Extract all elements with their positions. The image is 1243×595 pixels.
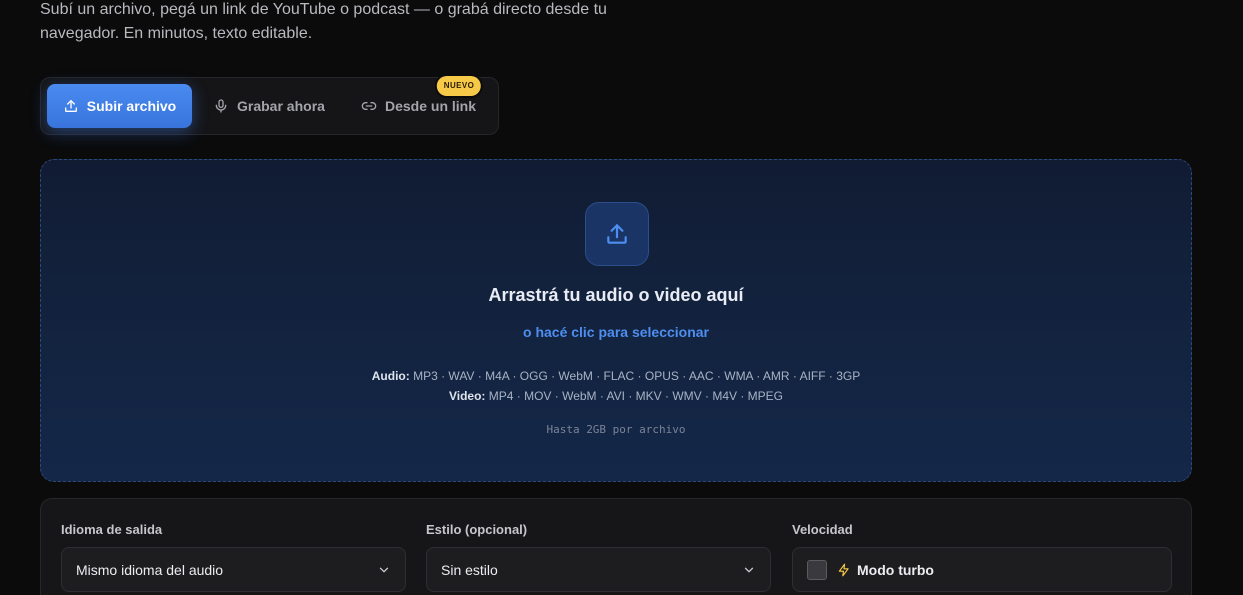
supported-formats: Audio: MP3 · WAV · M4A · OGG · WebM · FL… — [41, 366, 1191, 406]
mode-tabs: Subir archivo Grabar ahora Desde un link — [40, 77, 499, 135]
tab-upload-file-label: Subir archivo — [86, 98, 177, 114]
style-value: Sin estilo — [441, 561, 498, 578]
output-language-select[interactable]: Mismo idioma del audio — [61, 547, 406, 592]
audio-formats-list: MP3 · WAV · M4A · OGG · WebM · FLAC · OP… — [413, 369, 861, 383]
chevron-down-icon — [744, 567, 754, 572]
output-language-label: Idioma de salida — [61, 522, 163, 537]
turbo-mode-option[interactable]: Modo turbo — [792, 547, 1172, 592]
speed-label: Velocidad — [792, 522, 853, 537]
tab-record-now[interactable]: Grabar ahora — [199, 84, 339, 128]
link-icon — [361, 102, 377, 110]
tab-from-link-label: Desde un link — [385, 98, 477, 114]
turbo-mode-label: Modo turbo — [857, 561, 934, 578]
intro-text: Subí un archivo, pegá un link de YouTube… — [40, 1, 607, 42]
video-formats-label: Video: — [448, 389, 486, 403]
audio-formats-label: Audio: — [371, 369, 410, 383]
upload-icon — [64, 100, 77, 112]
upload-icon — [607, 224, 627, 244]
output-language-value: Mismo idioma del audio — [76, 561, 224, 578]
dropzone-icon-box — [585, 202, 649, 266]
select-file-link[interactable]: o hacé clic para seleccionar — [41, 324, 1191, 340]
chevron-down-icon — [379, 567, 389, 572]
tab-upload-file[interactable]: Subir archivo — [47, 84, 192, 128]
file-dropzone[interactable]: Arrastrá tu audio o video aquí o hacé cl… — [40, 159, 1192, 482]
video-formats-line: Video: MP4 · MOV · WebM · AVI · MKV · WM… — [41, 386, 1191, 406]
page: Subí un archivo, pegá un link de YouTube… — [0, 0, 1243, 595]
style-label: Estilo (opcional) — [426, 522, 528, 537]
dropzone-title: Arrastrá tu audio o video aquí — [488, 285, 744, 305]
style-select[interactable]: Sin estilo — [426, 547, 771, 592]
microphone-icon — [215, 99, 227, 113]
lightning-icon — [838, 563, 849, 576]
tab-record-now-label: Grabar ahora — [237, 98, 325, 114]
video-formats-list: MP4 · MOV · WebM · AVI · MKV · WMV · M4V… — [488, 389, 784, 403]
settings-panel: Idioma de salida Mismo idioma del audio … — [40, 498, 1192, 595]
file-size-limit: Hasta 2GB por archivo — [546, 423, 686, 436]
turbo-mode-checkbox[interactable] — [807, 559, 827, 580]
audio-formats-line: Audio: MP3 · WAV · M4A · OGG · WebM · FL… — [41, 366, 1191, 386]
new-badge: NUEVO — [436, 76, 482, 96]
